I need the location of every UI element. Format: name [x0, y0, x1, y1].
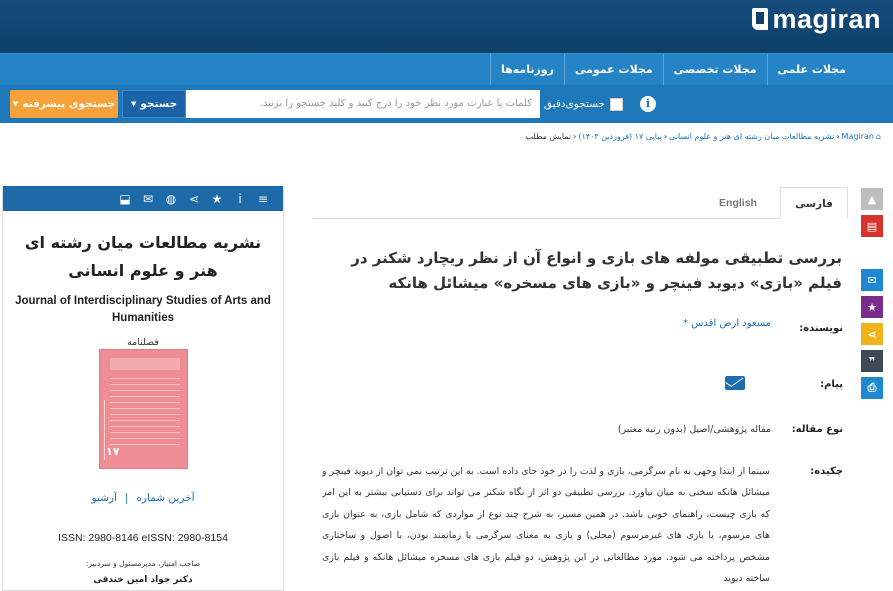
article-type: مقاله پژوهشی/اصیل (بدون رتبه معتبر) — [617, 424, 771, 435]
magiran-logo[interactable]: magiran — [752, 4, 881, 34]
email-icon[interactable]: ✉ — [142, 192, 154, 206]
top-header: magiran — [0, 0, 893, 53]
exact-search-toggle[interactable]: جستجوی‌دقیق — [541, 90, 623, 118]
archive-link[interactable]: آرشیو — [91, 492, 116, 504]
exact-search-checkbox[interactable] — [610, 97, 623, 111]
chevron-left-icon: ‹ — [836, 132, 840, 141]
share-icon[interactable]: ⋖ — [188, 192, 200, 206]
search-button-label: جستجو — [140, 98, 178, 110]
caret-down-icon: ▼ — [130, 100, 137, 108]
cover-issue-number: ۱۷ — [106, 445, 120, 458]
home-icon[interactable]: ⌂ — [876, 132, 881, 141]
search-button[interactable]: ▼ جستجو — [122, 90, 186, 118]
menu-icon[interactable]: ≡ — [257, 192, 269, 206]
breadcrumb-journal[interactable]: نشریه مطالعات میان رشته ای هنر و علوم ان… — [669, 132, 834, 141]
message-label: پیام: — [820, 379, 843, 390]
article-title: بررسی تطبیقی مولفه های بازی و انواع آن ا… — [351, 249, 842, 292]
article-type-label: نوع مقاله: — [791, 424, 843, 435]
pdf-icon[interactable]: ▤ — [861, 215, 883, 237]
breadcrumb-current: نمایش مطلب — [525, 132, 572, 141]
breadcrumb-issue[interactable]: پیاپی ۱۷ (فروردین ۱۴۰۳) — [578, 132, 661, 141]
abstract-label: چکیده: — [810, 466, 843, 477]
graduation-cap-icon[interactable]: ▲ — [861, 188, 883, 210]
cover-title-band — [110, 358, 180, 370]
issn: ISSN: 2980-8146 eISSN: 2980-8154 — [58, 532, 228, 544]
journal-title-en: Journal of Interdisciplinary Studies of … — [15, 295, 271, 324]
advanced-search-button[interactable]: ▼ جستجوی پیشرفته — [10, 90, 118, 118]
search-bar: ▼ جستجوی پیشرفته ▼ جستجو کلمات یا عبارت … — [0, 85, 893, 123]
nav-item-newspapers[interactable]: روزنامه‌ها — [489, 54, 564, 86]
journal-toolbar: ⬓ ✉ ◍ ⋖ ★ i ≡ — [3, 186, 283, 211]
issue-links: آخرین شماره | آرشیو — [3, 492, 283, 504]
caret-down-icon: ▼ — [12, 100, 19, 108]
abstract-text: سینما از ابتدا وجهی به نام سرگرمی، بازی … — [322, 466, 770, 585]
star-icon[interactable]: ★ — [861, 296, 883, 318]
chevron-left-icon: ‹ — [663, 132, 668, 141]
author-link[interactable]: مسعود ارض اقدس * — [683, 318, 771, 329]
journal-title[interactable]: نشریه مطالعات میان رشته ای هنر و علوم ان… — [3, 211, 283, 285]
search-input[interactable]: کلمات یا عبارت مورد نظر خود را درج کنید … — [186, 90, 540, 118]
toolbar-gap — [861, 242, 883, 264]
main-nav: مجلات علمی مجلات تخصصی مجلات عمومی روزنا… — [0, 53, 893, 86]
email-icon[interactable]: ✉ — [861, 269, 883, 291]
editor-name: دکتر جواد امین خندقی — [93, 575, 193, 585]
tab-english[interactable]: English — [704, 187, 772, 219]
print-icon[interactable]: ⎙ — [861, 377, 883, 399]
nav-item-general[interactable]: مجلات عمومی — [563, 54, 663, 86]
language-tabs: فارسی English — [312, 187, 848, 219]
breadcrumb-home[interactable]: Magiran — [842, 132, 874, 141]
quote-icon[interactable]: ❞ — [861, 350, 883, 372]
logo-text: magiran — [772, 3, 881, 34]
share-icon[interactable]: ⋖ — [861, 323, 883, 345]
save-icon[interactable]: ⬓ — [119, 192, 131, 206]
latest-issue-link[interactable]: آخرین شماره — [136, 492, 194, 504]
star-icon[interactable]: ★ — [211, 192, 223, 206]
cover-text-lines — [110, 378, 180, 448]
exact-search-label: جستجوی‌دقیق — [543, 98, 605, 110]
advanced-search-label: جستجوی پیشرفته — [22, 98, 116, 110]
author-label: نویسنده: — [799, 323, 843, 334]
journal-frequency: فصلنامه — [127, 337, 159, 348]
article-toolbar: ▲ ▤ ✉ ★ ⋖ ❞ ⎙ — [861, 188, 883, 404]
chevron-left-icon: ‹ — [573, 132, 577, 141]
nav-item-specialized[interactable]: مجلات تخصصی — [662, 54, 767, 86]
logo-mark-icon — [752, 8, 769, 30]
info-icon[interactable]: i — [234, 192, 246, 206]
envelope-icon[interactable] — [725, 376, 745, 390]
journal-sidebar: ⬓ ✉ ◍ ⋖ ★ i ≡ نشریه مطالعات میان رشته ای… — [2, 186, 284, 591]
link-separator: | — [124, 492, 129, 504]
info-icon[interactable]: i — [640, 96, 656, 112]
owner-label: صاحب امتیاز، مدیرمسئول و سردبیر: — [85, 559, 201, 568]
globe-icon[interactable]: ◍ — [165, 192, 177, 206]
breadcrumb: ⌂ Magiran ‹ نشریه مطالعات میان رشته ای ه… — [526, 132, 881, 141]
journal-cover-image[interactable]: ۱۷ — [99, 349, 188, 469]
cover-divider — [104, 400, 105, 460]
nav-item-scientific[interactable]: مجلات علمی — [766, 54, 856, 86]
tab-farsi[interactable]: فارسی — [780, 187, 848, 219]
